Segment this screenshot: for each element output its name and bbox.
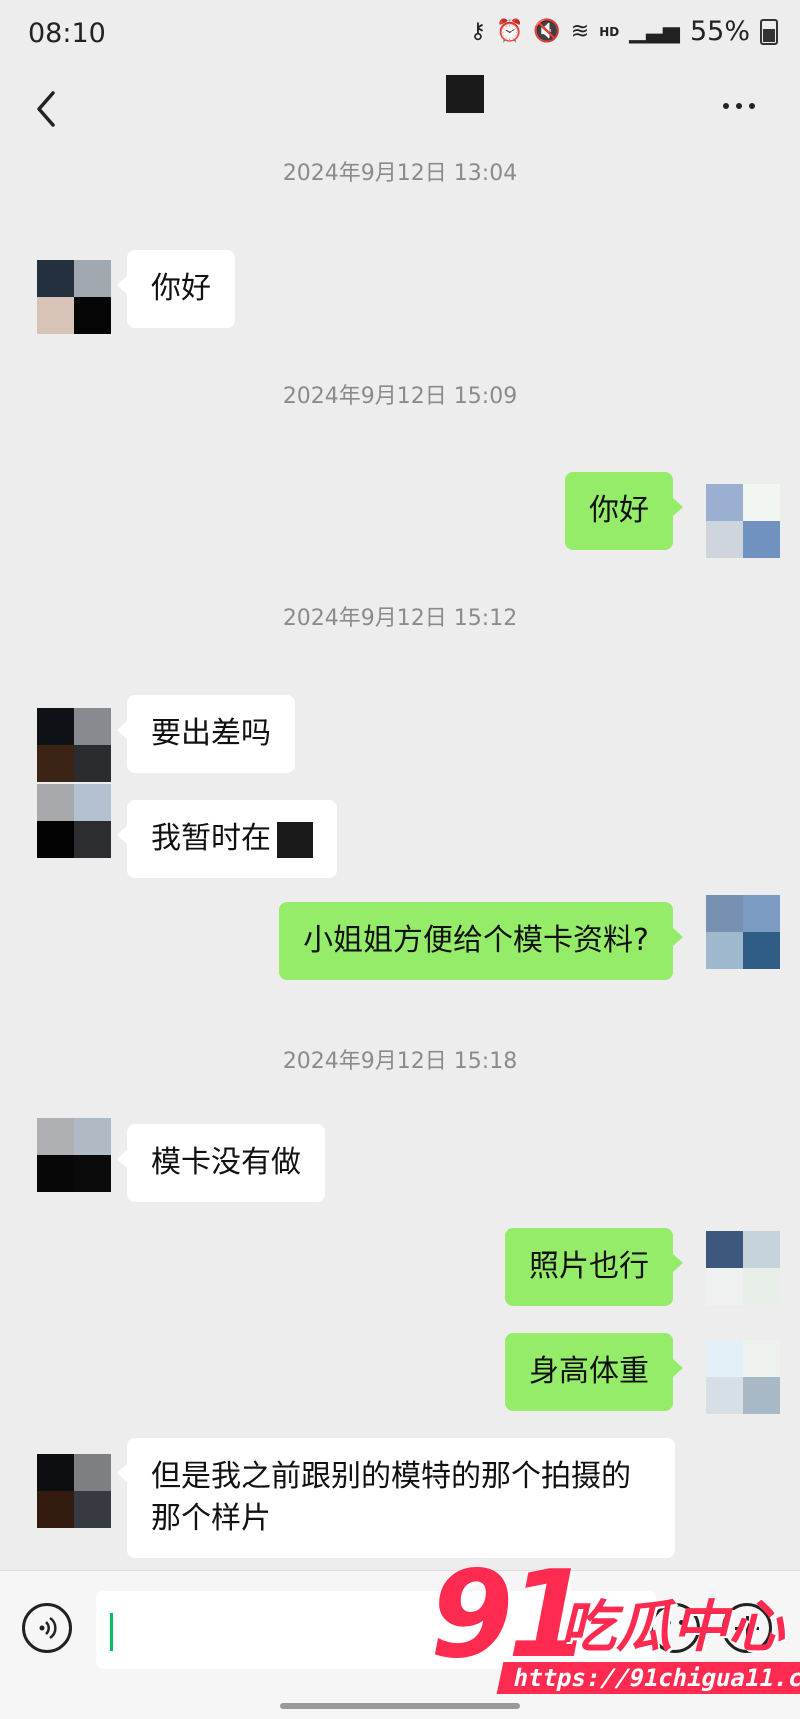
contact-avatar[interactable]	[37, 1454, 111, 1528]
status-icons: ⚷ ⏰ 🔇 ≋ HD ▁▃▅ 55%	[470, 16, 778, 47]
battery-percent: 55%	[689, 16, 750, 47]
my-avatar[interactable]	[706, 895, 780, 969]
message-bubble-outgoing[interactable]: 身高体重	[505, 1333, 683, 1411]
contact-avatar[interactable]	[37, 1118, 111, 1192]
mute-icon: 🔇	[533, 19, 561, 44]
message-bubble-incoming[interactable]: 但是我之前跟别的模特的那个拍摄的那个样片	[117, 1438, 675, 1558]
voice-icon	[39, 1616, 57, 1640]
my-avatar[interactable]	[706, 1340, 780, 1414]
message-bubble-incoming[interactable]: 你好	[117, 250, 235, 328]
my-avatar[interactable]	[706, 484, 780, 558]
watermark-logo: 91 吃瓜中心 https://91chigua11.com	[430, 1556, 800, 1706]
home-indicator[interactable]	[280, 1703, 520, 1709]
voice-button[interactable]	[22, 1603, 72, 1653]
battery-icon	[760, 18, 778, 45]
my-avatar[interactable]	[706, 1231, 780, 1305]
timestamp: 2024年9月12日 15:12	[282, 606, 518, 631]
watermark-title: 吃瓜中心	[560, 1595, 784, 1660]
back-button[interactable]	[26, 84, 66, 134]
contact-avatar[interactable]	[37, 708, 111, 782]
network-type: HD	[599, 24, 620, 39]
wifi-icon: ≋	[570, 19, 590, 44]
redacted-contact-name	[446, 75, 484, 113]
message-bubble-incoming[interactable]: 模卡没有做	[117, 1124, 325, 1202]
more-options-button[interactable]	[714, 86, 764, 126]
more-dots-icon	[723, 103, 729, 109]
redacted-location	[277, 821, 313, 858]
watermark-url: https://91chigua11.com	[496, 1662, 800, 1694]
contact-avatar[interactable]	[37, 260, 111, 334]
signal-icon: ▁▃▅	[629, 19, 680, 44]
message-bubble-outgoing[interactable]: 照片也行	[505, 1228, 683, 1306]
status-bar: 08:10 ⚷ ⏰ 🔇 ≋ HD ▁▃▅ 55%	[0, 0, 800, 70]
chevron-left-icon	[37, 91, 55, 127]
timestamp: 2024年9月12日 15:18	[282, 1049, 518, 1074]
message-bubble-outgoing[interactable]: 小姐姐方便给个模卡资料?	[279, 902, 683, 980]
chat-header	[0, 70, 800, 150]
timestamp: 2024年9月12日 13:04	[282, 161, 518, 186]
message-bubble-outgoing[interactable]: 你好	[565, 472, 683, 550]
message-list[interactable]: 2024年9月12日 13:04 你好 2024年9月12日 15:09 你好 …	[0, 150, 800, 1570]
message-bubble-incoming[interactable]: 要出差吗	[117, 695, 295, 773]
contact-avatar[interactable]	[37, 784, 111, 858]
timestamp: 2024年9月12日 15:09	[282, 384, 518, 409]
message-text: 我暂时在	[151, 821, 271, 856]
text-caret	[110, 1613, 113, 1651]
status-time: 08:10	[28, 18, 106, 49]
alarm-icon: ⏰	[495, 19, 524, 44]
message-bubble-incoming[interactable]: 我暂时在	[117, 800, 337, 878]
key-icon: ⚷	[469, 19, 486, 44]
